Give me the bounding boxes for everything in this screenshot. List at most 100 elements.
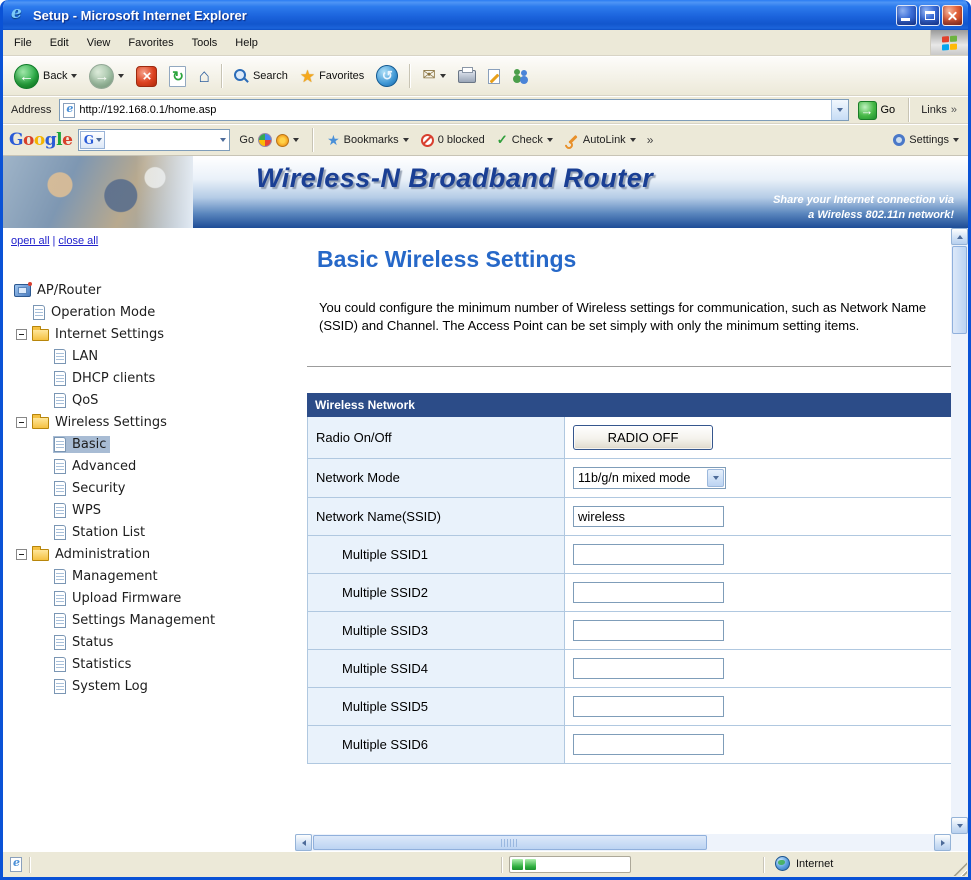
resize-grip[interactable] (953, 862, 967, 876)
history-button[interactable] (371, 63, 403, 89)
network-mode-select[interactable]: 11b/g/n mixed mode (573, 466, 726, 489)
bookmark-star-icon (327, 133, 340, 148)
tree-item-ap-router[interactable]: AP/Router (11, 279, 295, 301)
minimize-button[interactable] (896, 4, 917, 26)
arrow-down-icon (956, 823, 963, 828)
back-button[interactable]: Back (9, 62, 82, 91)
go-arrow-icon (857, 100, 877, 120)
home-button[interactable] (193, 65, 214, 88)
close-all-link[interactable]: close all (58, 235, 98, 247)
multiple-ssid4-input[interactable] (573, 657, 724, 679)
bookmarks-button[interactable]: Bookmarks (324, 131, 412, 150)
ssid-input[interactable] (573, 505, 724, 527)
address-input[interactable]: http://192.168.0.1/home.asp (59, 99, 849, 121)
multiple-ssid3-input[interactable] (573, 619, 724, 641)
refresh-button[interactable] (164, 64, 191, 89)
stop-icon (136, 65, 158, 87)
scroll-up-button[interactable] (951, 228, 968, 245)
menu-edit[interactable]: Edit (41, 30, 78, 55)
document-icon (54, 480, 66, 496)
title-bar[interactable]: Setup - Microsoft Internet Explorer (3, 0, 968, 30)
horizontal-scrollbar[interactable] (295, 834, 951, 851)
collapse-icon[interactable] (16, 416, 27, 428)
url-text: http://192.168.0.1/home.asp (79, 104, 217, 116)
print-button[interactable] (453, 66, 481, 85)
radio-onoff-button[interactable]: RADIO OFF (573, 424, 713, 450)
address-dropdown-button[interactable] (830, 100, 848, 120)
search-icon (233, 68, 249, 84)
spellcheck-button[interactable]: Check (494, 131, 556, 149)
autolink-label: AutoLink (582, 134, 626, 146)
go-label: Go (880, 104, 896, 116)
tree-item-lan[interactable]: LAN (11, 345, 295, 367)
link-divider: | (52, 235, 56, 247)
vertical-scrollbar[interactable] (951, 228, 968, 834)
go-button[interactable]: Go (854, 100, 900, 121)
tree-item-wireless-settings[interactable]: Wireless Settings (11, 411, 295, 433)
stop-button[interactable] (131, 64, 162, 89)
multiple-ssid5-input[interactable] (573, 695, 724, 717)
collapse-icon[interactable] (16, 328, 27, 340)
popup-blocker-button[interactable]: 0 blocked (418, 132, 488, 149)
tree-item-management[interactable]: Management (11, 565, 295, 587)
vertical-scrollbar-thumb[interactable] (952, 246, 967, 334)
chevron-down-icon (71, 74, 78, 78)
back-icon (14, 63, 39, 89)
menu-tools[interactable]: Tools (183, 30, 227, 55)
tree-item-system-log[interactable]: System Log (11, 675, 295, 697)
messenger-button[interactable] (507, 66, 535, 86)
overflow-chevron[interactable]: » (645, 133, 656, 147)
menu-favorites[interactable]: Favorites (119, 30, 182, 55)
tree-item-statistics[interactable]: Statistics (11, 653, 295, 675)
tree-item-dhcp-clients[interactable]: DHCP clients (11, 367, 295, 389)
open-all-link[interactable]: open all (11, 235, 50, 247)
links-menu[interactable]: Links » (919, 104, 963, 116)
document-icon (54, 590, 66, 606)
tree-item-operation-mode[interactable]: Operation Mode (11, 301, 295, 323)
tree-item-internet-settings[interactable]: Internet Settings (11, 323, 295, 345)
tree-item-status[interactable]: Status (11, 631, 295, 653)
mail-button[interactable] (417, 66, 450, 86)
windows-logo (930, 30, 968, 55)
multiple-ssid2-input[interactable] (573, 581, 724, 603)
tree-item-basic[interactable]: Basic (11, 433, 295, 455)
menu-help[interactable]: Help (226, 30, 267, 55)
tree-item-advanced[interactable]: Advanced (11, 455, 295, 477)
google-go-button[interactable]: Go (236, 131, 302, 149)
windows-flag-icon (941, 35, 958, 50)
toolbar: Back Search Favorites (3, 56, 968, 96)
tree-item-wps[interactable]: WPS (11, 499, 295, 521)
close-button[interactable] (942, 4, 963, 26)
google-settings-button[interactable]: Settings (890, 132, 962, 148)
chevron-down-icon[interactable] (220, 138, 227, 142)
scroll-left-button[interactable] (295, 834, 312, 851)
chevron-down-icon[interactable] (707, 468, 724, 487)
multiple-ssid6-input[interactable] (573, 733, 724, 755)
favorites-button[interactable]: Favorites (295, 66, 370, 87)
popup-blocked-icon (420, 133, 434, 147)
autolink-button[interactable]: AutoLink (562, 131, 639, 149)
tree-item-security[interactable]: Security (11, 477, 295, 499)
search-button[interactable]: Search (229, 67, 293, 86)
maximize-button[interactable] (919, 4, 940, 26)
printer-icon (457, 66, 476, 83)
google-search-box[interactable] (78, 129, 231, 151)
multiple-ssid1-input[interactable] (573, 543, 724, 565)
forward-button[interactable] (84, 62, 129, 91)
scroll-right-button[interactable] (934, 834, 951, 851)
scroll-down-button[interactable] (951, 817, 968, 834)
menu-file[interactable]: File (5, 30, 41, 55)
collapse-icon[interactable] (16, 548, 27, 560)
tree-item-qos[interactable]: QoS (11, 389, 295, 411)
window-controls (896, 4, 963, 26)
horizontal-scrollbar-thumb[interactable] (313, 835, 707, 850)
google-g-menu-icon[interactable] (80, 131, 106, 149)
tree-item-upload-firmware[interactable]: Upload Firmware (11, 587, 295, 609)
menu-view[interactable]: View (78, 30, 120, 55)
tree-item-settings-management[interactable]: Settings Management (11, 609, 295, 631)
google-search-input[interactable] (106, 131, 221, 149)
tree-item-station-list[interactable]: Station List (11, 521, 295, 543)
tree-item-administration[interactable]: Administration (11, 543, 295, 565)
edit-button[interactable] (483, 67, 505, 86)
table-row-multiple-ssid4: Multiple SSID4 (307, 648, 951, 688)
